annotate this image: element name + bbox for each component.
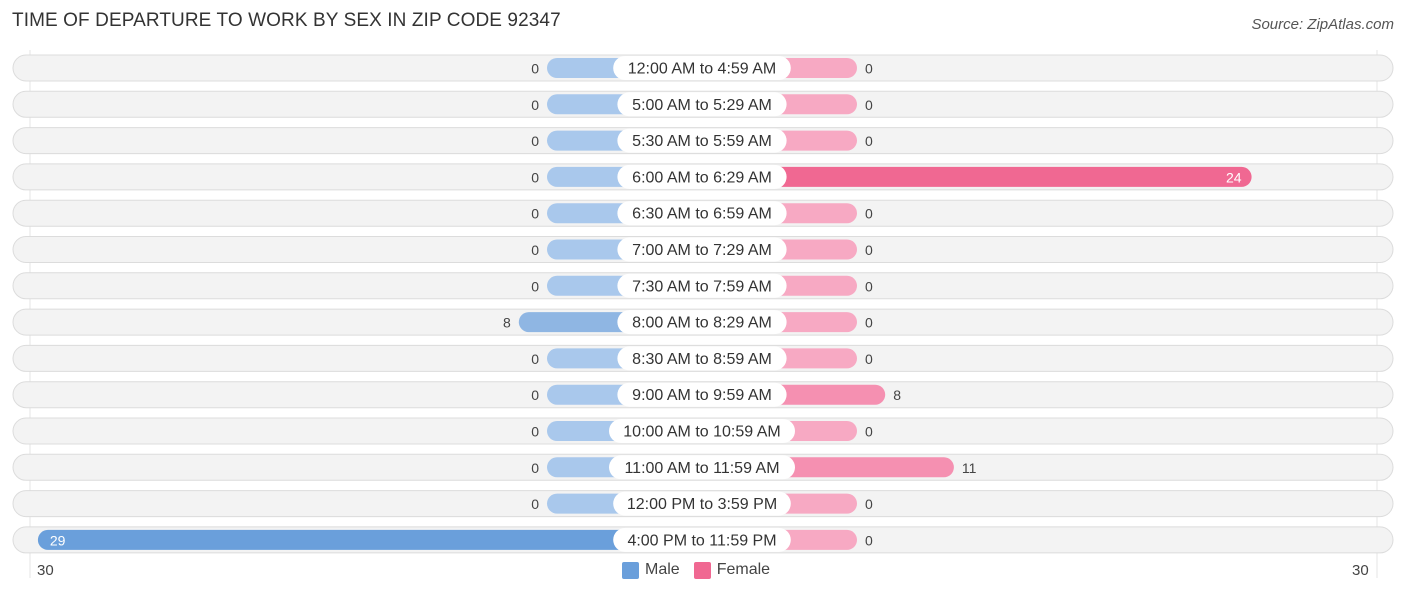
category-label: 7:30 AM to 7:59 AM xyxy=(632,278,772,295)
male-value-label: 0 xyxy=(531,424,539,440)
male-value-label: 0 xyxy=(531,278,539,294)
category-label: 10:00 AM to 10:59 AM xyxy=(623,424,780,441)
category-label: 12:00 AM to 4:59 AM xyxy=(628,61,777,78)
category-label: 7:00 AM to 7:29 AM xyxy=(632,242,772,259)
female-value-label: 0 xyxy=(865,242,873,258)
male-value-label: 0 xyxy=(531,351,539,367)
legend-item-male: Male xyxy=(622,561,680,579)
female-value-label: 0 xyxy=(865,532,873,548)
male-value-label: 0 xyxy=(531,61,539,77)
female-value-label: 8 xyxy=(893,387,901,403)
female-value-label: 0 xyxy=(865,315,873,331)
category-label: 6:30 AM to 6:59 AM xyxy=(632,206,772,223)
legend: Male Female xyxy=(622,561,784,579)
category-label: 5:30 AM to 5:59 AM xyxy=(632,133,772,150)
category-label: 8:00 AM to 8:29 AM xyxy=(632,315,772,332)
female-value-label: 24 xyxy=(1226,169,1242,185)
male-value-label: 0 xyxy=(531,460,539,476)
legend-item-female: Female xyxy=(693,561,771,579)
category-label: 8:30 AM to 8:59 AM xyxy=(632,351,772,368)
male-value-label: 0 xyxy=(531,496,539,512)
category-label: 6:00 AM to 6:29 AM xyxy=(632,169,772,186)
legend-swatch-female xyxy=(693,561,711,579)
category-label: 4:00 PM to 11:59 PM xyxy=(627,532,776,549)
male-value-label: 0 xyxy=(531,387,539,403)
legend-label-male: Male xyxy=(645,561,680,578)
female-value-label: 0 xyxy=(865,61,873,77)
category-label: 12:00 PM to 3:59 PM xyxy=(627,496,777,513)
male-value-label: 8 xyxy=(503,315,511,331)
female-value-label: 0 xyxy=(865,206,873,222)
male-value-label: 0 xyxy=(531,169,539,185)
legend-swatch-male xyxy=(622,561,639,579)
female-value-label: 0 xyxy=(865,424,873,440)
male-value-label: 0 xyxy=(531,206,539,222)
axis-label-right: 30 xyxy=(1352,562,1369,579)
female-value-label: 0 xyxy=(865,278,873,294)
female-value-label: 0 xyxy=(865,133,873,149)
female-value-label: 0 xyxy=(865,496,873,512)
category-label: 9:00 AM to 9:59 AM xyxy=(632,387,772,404)
legend-label-female: Female xyxy=(716,561,771,578)
male-value-label: 0 xyxy=(531,97,539,113)
category-label: 5:00 AM to 5:29 AM xyxy=(632,97,772,114)
female-value-label: 11 xyxy=(962,460,977,476)
axis-label-left: 30 xyxy=(37,562,54,579)
male-value-label: 0 xyxy=(531,242,539,258)
category-label: 11:00 AM to 11:59 AM xyxy=(624,460,779,477)
male-value-label: 29 xyxy=(50,532,66,548)
female-value-label: 0 xyxy=(865,351,873,367)
male-value-label: 0 xyxy=(531,133,539,149)
chart-plot: 12:00 AM to 4:59 AM 0 0 5:00 AM to 5:29 AM 0… xyxy=(12,50,1394,578)
female-value-label: 0 xyxy=(865,97,873,113)
